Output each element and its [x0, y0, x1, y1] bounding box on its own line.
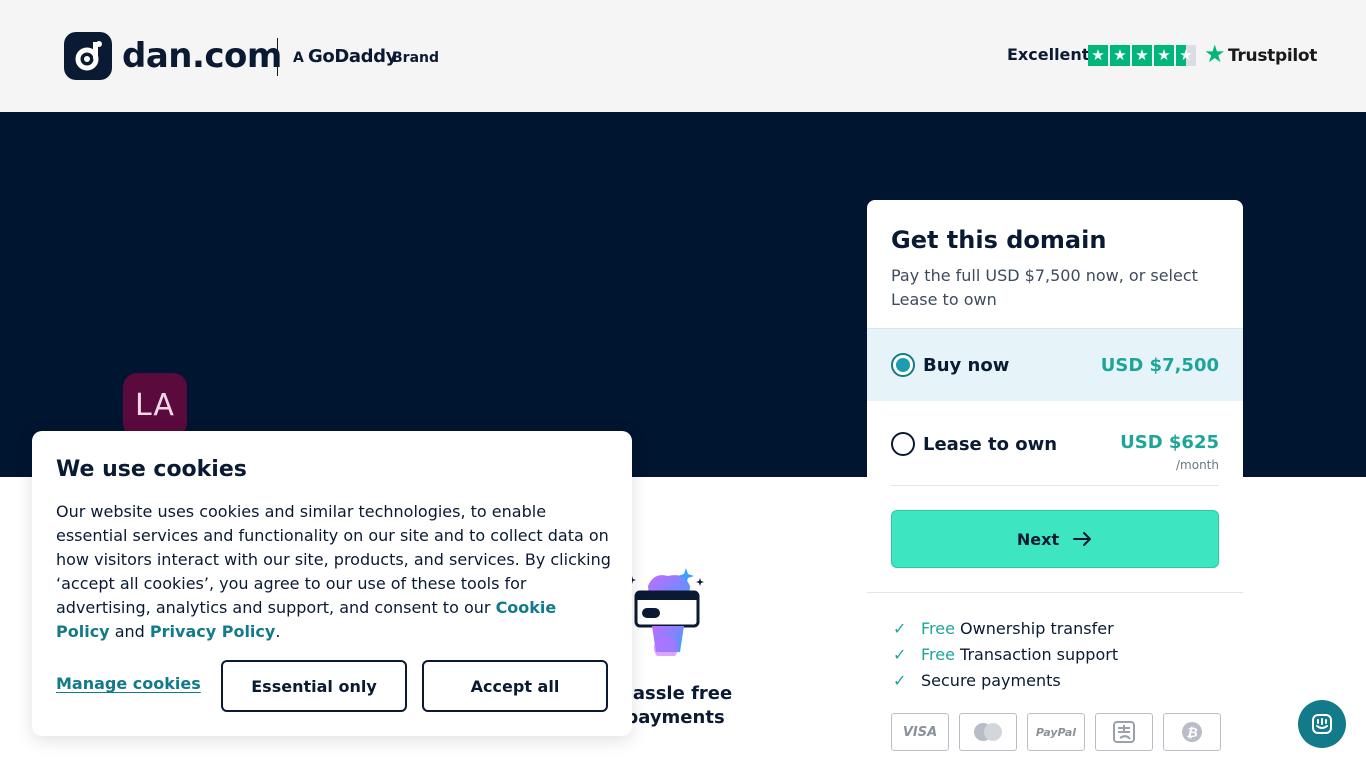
lease-unit: /month: [1176, 458, 1219, 472]
check-icon: ✓: [893, 645, 907, 664]
brand-prefix: A: [293, 50, 304, 66]
chat-icon: [1312, 714, 1332, 734]
next-button-label: Next: [1016, 529, 1060, 549]
site-header: dan.com A GoDaddy Brand Excellent ★ ★ ★ …: [0, 0, 1366, 112]
trustpilot-logo-star-icon: ★: [1204, 40, 1226, 68]
trustpilot-rating-text[interactable]: Excellent: [1007, 45, 1089, 64]
star-icon: ★: [1132, 45, 1152, 66]
bitcoin-icon: ₿: [1163, 713, 1221, 751]
alipay-icon: [1095, 713, 1153, 751]
lease-radio[interactable]: [891, 432, 915, 456]
cookie-title: We use cookies: [56, 457, 247, 482]
visa-icon: VISA: [891, 713, 949, 751]
payment-methods: VISA PayPal ₿: [891, 713, 1221, 751]
lease-price: USD $625: [1120, 432, 1219, 453]
dan-logo-icon[interactable]: [64, 32, 112, 80]
perk-text: Transaction support: [960, 645, 1119, 664]
cookie-period: .: [275, 622, 281, 641]
brand-suffix: Brand: [392, 50, 440, 66]
cookie-and-text: and: [114, 622, 145, 641]
domain-avatar: LA: [123, 373, 187, 437]
check-icon: ✓: [893, 619, 907, 638]
logo-wordmark[interactable]: dan.com: [122, 34, 282, 78]
perk-free: Free: [921, 645, 955, 664]
cookie-body: Our website uses cookies and similar tec…: [56, 500, 612, 644]
card-title: Get this domain: [891, 226, 1107, 254]
logo-divider: [277, 38, 278, 76]
card-subtitle: Pay the full USD $7,500 now, or select L…: [891, 266, 1198, 309]
buy-now-radio[interactable]: [891, 353, 915, 377]
essential-only-button[interactable]: Essential only: [221, 660, 407, 712]
perk-text: Ownership transfer: [960, 619, 1114, 638]
trustpilot-logo[interactable]: Trustpilot: [1228, 46, 1317, 66]
star-icon: ★: [1154, 45, 1174, 66]
option-divider: [891, 485, 1219, 486]
next-button[interactable]: Next: [891, 510, 1219, 568]
manage-cookies-link[interactable]: Manage cookies: [56, 674, 201, 693]
perk-free: Free: [921, 619, 955, 638]
cookie-banner: We use cookies Our website uses cookies …: [32, 431, 632, 736]
perk-item: ✓ Free Transaction support: [893, 645, 1118, 664]
arrow-right-icon: [1073, 532, 1092, 546]
half-star-icon: ★: [1176, 45, 1196, 66]
accept-all-button[interactable]: Accept all: [422, 660, 608, 712]
buy-now-price: USD $7,500: [1100, 355, 1219, 376]
star-icon: ★: [1110, 45, 1130, 66]
buy-now-label: Buy now: [923, 355, 1010, 376]
svg-text:₿: ₿: [1186, 726, 1197, 741]
mastercard-icon: [959, 713, 1017, 751]
chat-launcher-button[interactable]: [1298, 700, 1346, 748]
perk-item: ✓ Secure payments: [893, 671, 1061, 690]
privacy-policy-link[interactable]: Privacy Policy: [150, 622, 275, 641]
lease-option[interactable]: Lease to own USD $625 /month: [867, 402, 1243, 484]
perk-text: Secure payments: [921, 671, 1061, 690]
lease-label: Lease to own: [923, 434, 1058, 455]
domain-purchase-card: Get this domain Pay the full USD $7,500 …: [867, 200, 1243, 768]
check-icon: ✓: [893, 671, 907, 690]
card-section-divider: [867, 592, 1243, 593]
card-payment-icon: [628, 566, 706, 660]
buy-now-option[interactable]: Buy now USD $7,500: [867, 328, 1243, 401]
perk-item: ✓ Free Ownership transfer: [893, 619, 1114, 638]
paypal-icon: PayPal: [1027, 713, 1085, 751]
godaddy-brand-name: GoDaddy: [308, 46, 397, 67]
trustpilot-stars[interactable]: ★ ★ ★ ★ ★: [1088, 45, 1196, 66]
star-icon: ★: [1088, 45, 1108, 66]
